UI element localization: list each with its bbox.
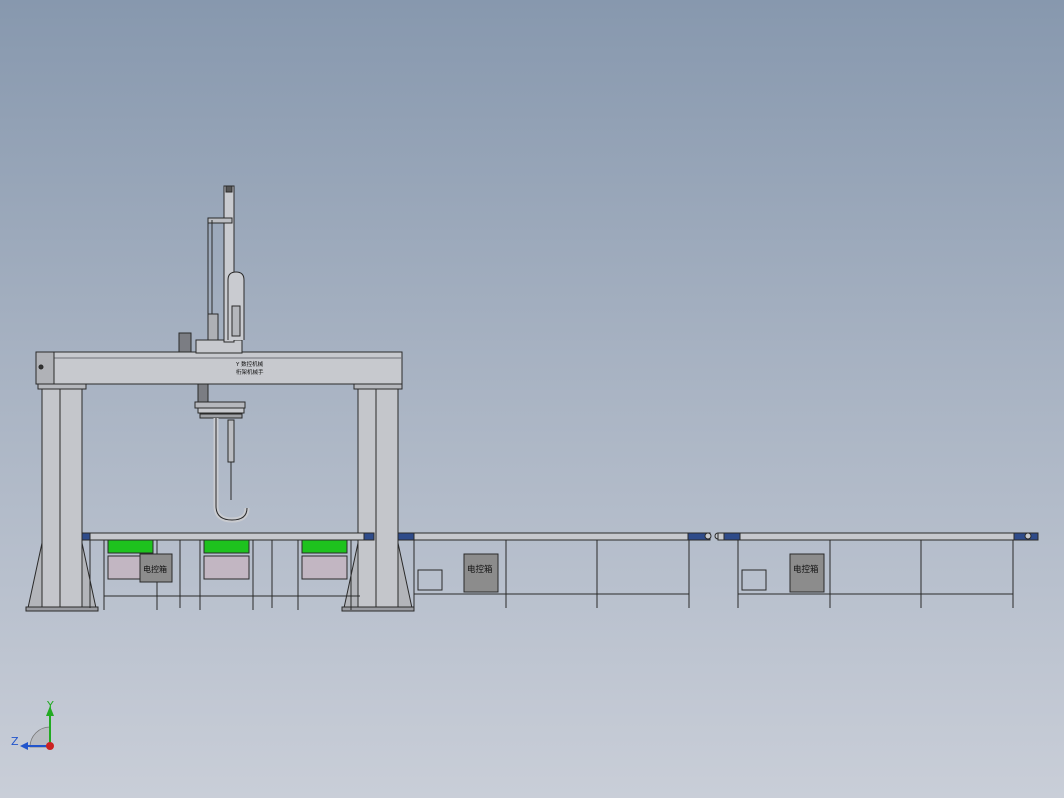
transfer-conveyor-2: 电控箱 <box>717 532 1039 608</box>
gantry-brand-line1: Y 数控机械 <box>235 360 264 368</box>
cad-viewport[interactable]: Y 数控机械 桁架机械手 电控箱 电控箱 电控箱 Y Z <box>0 0 1064 798</box>
gantry-carriage <box>178 185 245 354</box>
gantry-crossbeam <box>35 351 403 385</box>
control-box-label-2: 电控箱 <box>467 564 493 575</box>
station-3 <box>297 539 352 610</box>
gantry-right-column <box>341 382 415 612</box>
transfer-conveyor-1: 电控箱 <box>397 532 722 608</box>
station-1 <box>103 539 173 610</box>
gantry-left-column <box>25 382 99 612</box>
gantry-gripper <box>194 383 250 523</box>
y-axis-label: Y <box>46 699 54 712</box>
station-2 <box>199 539 254 610</box>
z-axis-label: Z <box>11 735 19 748</box>
infeed-conveyor: 电控箱 <box>81 532 375 610</box>
control-box-label-3: 电控箱 <box>793 564 819 575</box>
control-box-label-1: 电控箱 <box>143 564 167 574</box>
gantry-brand-line2: 桁架机械手 <box>236 368 264 376</box>
view-orientation-triad[interactable]: Y Z <box>11 699 54 750</box>
origin-dot <box>46 742 54 750</box>
